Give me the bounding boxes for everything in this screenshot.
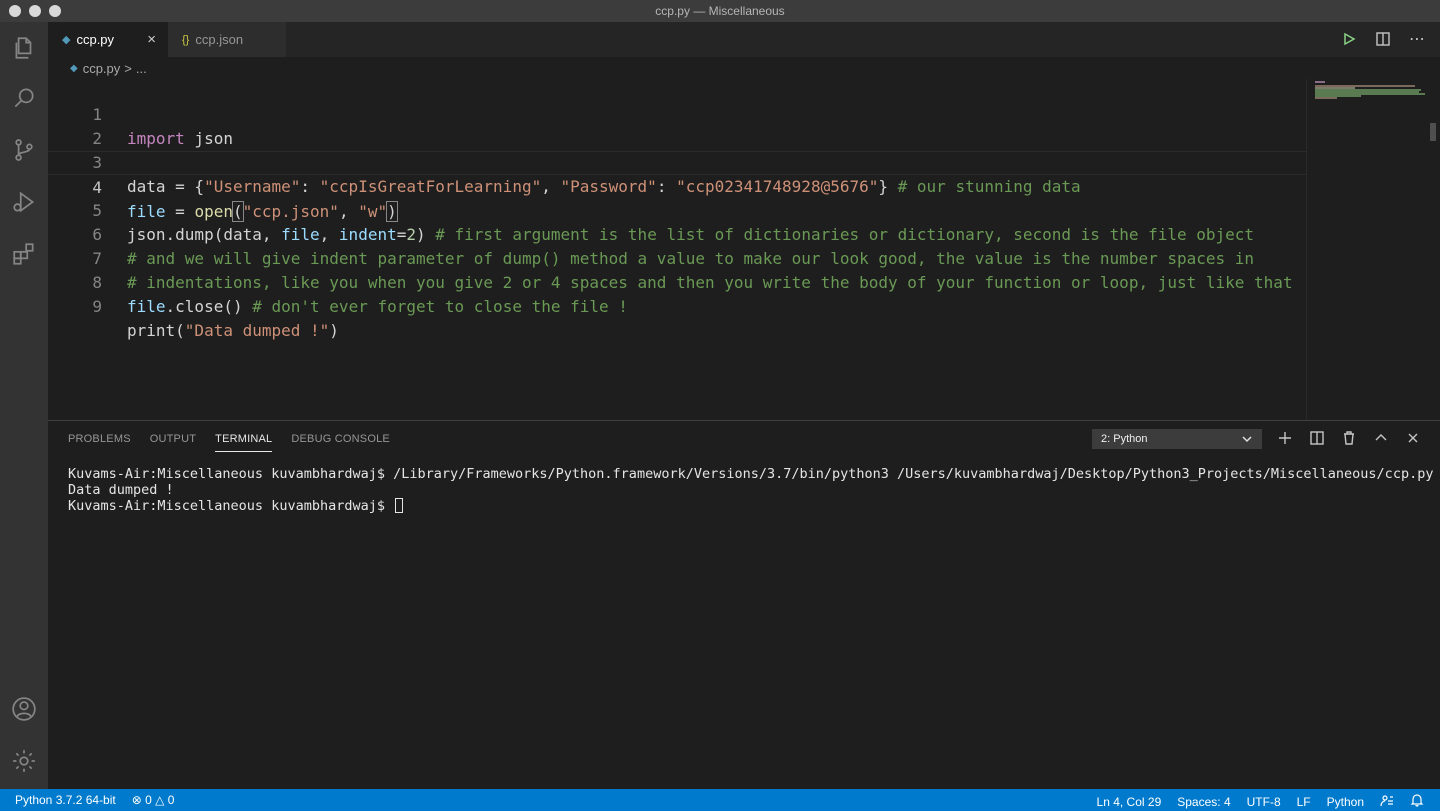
terminal-prompt: Kuvams-Air:Miscellaneous kuvambhardwaj$ bbox=[68, 498, 394, 514]
terminal-line: Data dumped ! bbox=[68, 482, 174, 498]
panel-tabs: PROBLEMS OUTPUT TERMINAL DEBUG CONSOLE bbox=[68, 433, 409, 452]
code-line: 5 json.dump(data, file, indent=2) # firs… bbox=[48, 175, 1306, 244]
tab-ccp-py[interactable]: ◆ ccp.py × bbox=[48, 22, 168, 57]
terminal-select[interactable]: 2: Python bbox=[1092, 429, 1262, 449]
terminal-prompt-line: Kuvams-Air:Miscellaneous kuvambhardwaj$ bbox=[68, 498, 1433, 514]
breadcrumb: ◆ ccp.py > ... bbox=[48, 57, 1306, 79]
breadcrumb-rest[interactable]: ... bbox=[136, 61, 147, 76]
code-editor[interactable]: 1 import json 2 3 data = {"Username": "c… bbox=[48, 79, 1306, 420]
python-interpreter[interactable]: Python 3.7.2 64-bit bbox=[15, 793, 116, 807]
gear-icon[interactable] bbox=[10, 747, 38, 775]
title-bar: ccp.py — Miscellaneous bbox=[0, 0, 1440, 22]
minimap[interactable] bbox=[1306, 79, 1440, 420]
code-line: 2 bbox=[48, 103, 1306, 148]
code-text: print("Data dumped !") bbox=[127, 321, 339, 340]
tab-label: ccp.py bbox=[76, 32, 115, 47]
breadcrumb-separator: > bbox=[124, 60, 132, 76]
end-of-line[interactable]: LF bbox=[1297, 795, 1311, 809]
warning-count: 0 bbox=[167, 793, 175, 807]
chevron-down-icon bbox=[1241, 432, 1253, 449]
cursor-position[interactable]: Ln 4, Col 29 bbox=[1097, 795, 1162, 809]
scrollbar-thumb[interactable] bbox=[1430, 123, 1436, 141]
encoding[interactable]: UTF-8 bbox=[1247, 795, 1281, 809]
search-icon[interactable] bbox=[10, 84, 38, 112]
panel-actions bbox=[1276, 429, 1422, 447]
status-bar: Python 3.7.2 64-bit ⊗ 0 △ 0 Ln 4, Col 29… bbox=[0, 789, 1440, 811]
tab-terminal[interactable]: TERMINAL bbox=[215, 433, 273, 452]
code-line: 9 print("Data dumped !") bbox=[48, 271, 1306, 340]
code-line: 6 # and we will give indent parameter of… bbox=[48, 199, 1306, 268]
tab-label: ccp.json bbox=[195, 32, 244, 47]
python-file-icon: ◆ bbox=[70, 62, 78, 74]
warning-icon: △ bbox=[155, 793, 165, 807]
run-debug-icon[interactable] bbox=[10, 188, 38, 216]
tab-debug-console[interactable]: DEBUG CONSOLE bbox=[291, 433, 390, 452]
notification-bell-icon[interactable] bbox=[1410, 793, 1424, 810]
terminal-output[interactable]: Kuvams-Air:Miscellaneous kuvambhardwaj$ … bbox=[68, 466, 1433, 514]
trash-icon[interactable] bbox=[1340, 429, 1358, 447]
indentation[interactable]: Spaces: 4 bbox=[1177, 795, 1230, 809]
json-file-icon: {} bbox=[182, 33, 190, 46]
extensions-icon[interactable] bbox=[10, 240, 38, 268]
close-icon[interactable] bbox=[1404, 429, 1422, 447]
error-count: 0 bbox=[145, 793, 152, 807]
editor-actions: ⋯ bbox=[1340, 30, 1426, 48]
code-line: 8 file.close() # don't ever forget to cl… bbox=[48, 247, 1306, 316]
terminal-cursor bbox=[395, 498, 404, 513]
tab-problems[interactable]: PROBLEMS bbox=[68, 433, 131, 452]
terminal-line: Kuvams-Air:Miscellaneous kuvambhardwaj$ … bbox=[68, 466, 1434, 482]
tab-ccp-json[interactable]: {} ccp.json bbox=[168, 22, 286, 57]
window-title: ccp.py — Miscellaneous bbox=[655, 4, 785, 18]
problems-indicator[interactable]: ⊗ 0 △ 0 bbox=[132, 793, 175, 807]
line-number: 9 bbox=[92, 297, 102, 316]
minimap-line bbox=[1315, 81, 1325, 83]
minimap-line bbox=[1315, 97, 1337, 99]
code-line: 7 # indentations, like you when you give… bbox=[48, 223, 1306, 292]
activity-bar bbox=[0, 22, 48, 789]
run-python-file-icon[interactable] bbox=[1340, 30, 1358, 48]
code-line: 3 data = {"Username": "ccpIsGreatForLear… bbox=[48, 127, 1306, 196]
plus-icon[interactable] bbox=[1276, 429, 1294, 447]
code-text: file.close() # don't ever forget to clos… bbox=[127, 297, 628, 316]
split-icon[interactable] bbox=[1308, 429, 1326, 447]
editor-tab-bar: ◆ ccp.py × {} ccp.json ⋯ bbox=[48, 22, 1440, 57]
bottom-panel: PROBLEMS OUTPUT TERMINAL DEBUG CONSOLE 2… bbox=[48, 420, 1440, 789]
chevron-up-icon[interactable] bbox=[1372, 429, 1390, 447]
language-mode[interactable]: Python bbox=[1327, 795, 1364, 809]
tab-output[interactable]: OUTPUT bbox=[150, 433, 196, 452]
split-editor-icon[interactable] bbox=[1374, 30, 1392, 48]
explorer-icon[interactable] bbox=[10, 34, 38, 62]
account-icon[interactable] bbox=[10, 695, 38, 723]
python-file-icon: ◆ bbox=[62, 34, 71, 46]
code-line-current: 4 file = open("ccp.json", "w") bbox=[48, 151, 1306, 222]
close-tab-icon[interactable]: × bbox=[147, 31, 156, 48]
more-actions-icon[interactable]: ⋯ bbox=[1408, 30, 1426, 48]
feedback-icon[interactable] bbox=[1380, 793, 1394, 810]
breadcrumb-file[interactable]: ccp.py bbox=[83, 61, 121, 76]
error-icon: ⊗ bbox=[131, 793, 142, 807]
terminal-select-value: 2: Python bbox=[1101, 433, 1148, 445]
code-line: 1 import json bbox=[48, 79, 1306, 148]
source-control-icon[interactable] bbox=[10, 136, 38, 164]
